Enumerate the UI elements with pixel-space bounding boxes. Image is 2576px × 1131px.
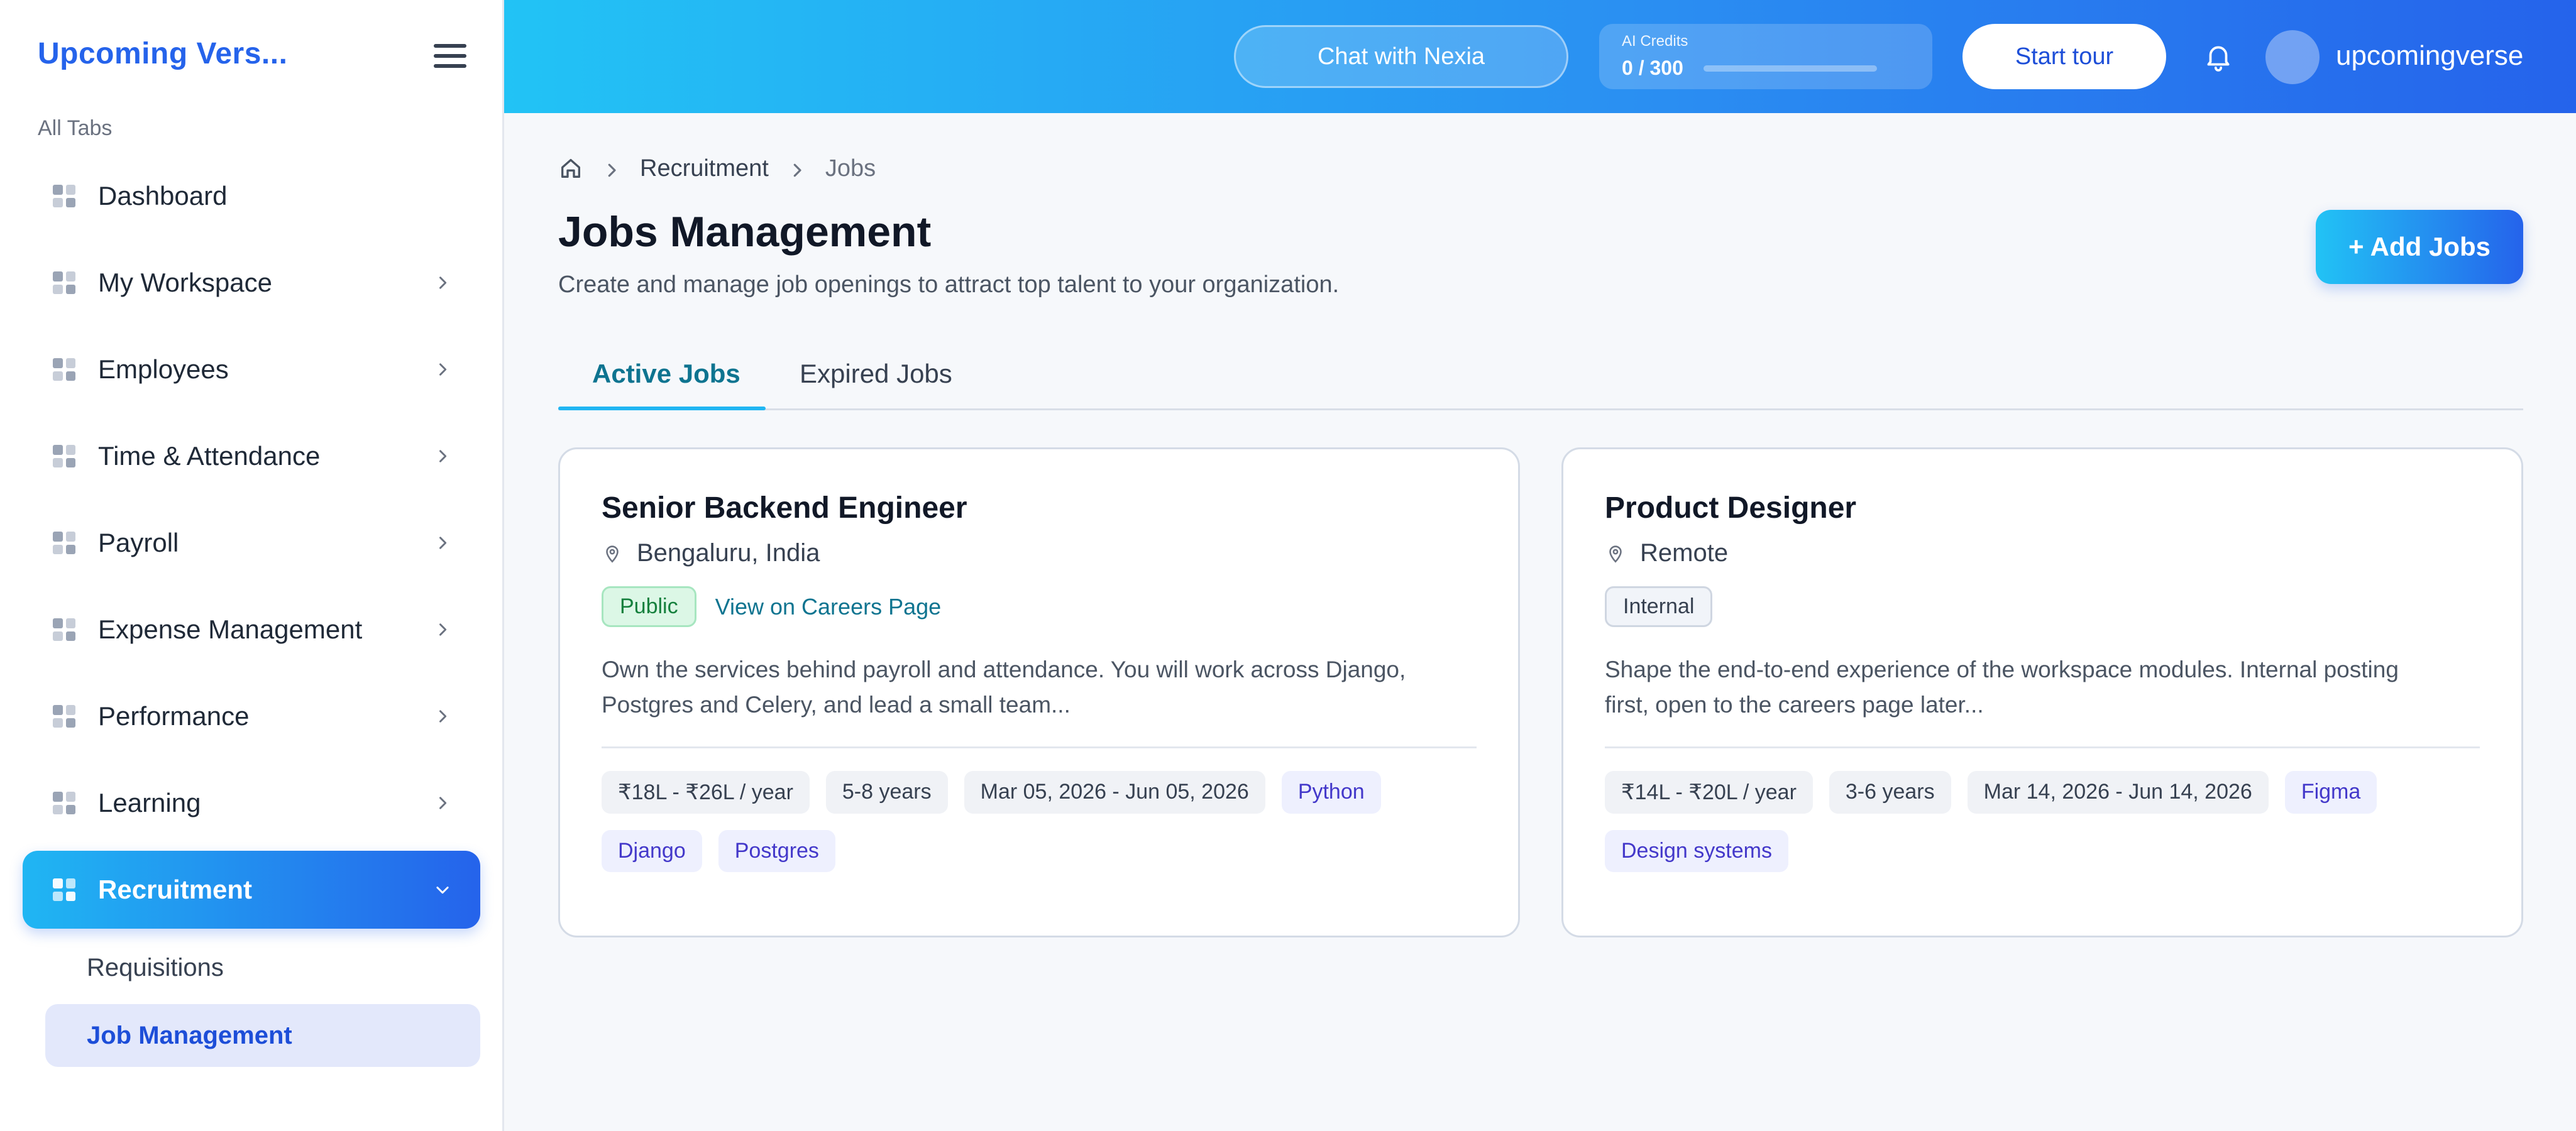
grid-icon — [53, 792, 75, 814]
job-description: Shape the end-to-end experience of the w… — [1605, 657, 2399, 718]
sidebar-item-payroll[interactable]: Payroll — [23, 504, 480, 582]
card-divider — [1605, 746, 2480, 748]
sidebar-item-expense-management[interactable]: Expense Management — [23, 591, 480, 669]
breadcrumb: Recruitment Jobs — [558, 151, 876, 186]
chevron-right-icon — [427, 354, 458, 385]
job-title[interactable]: Product Designer — [1605, 491, 2480, 525]
chevron-right-icon — [427, 701, 458, 731]
ai-credits-label: AI Credits — [1622, 33, 1688, 50]
job-meta-chips: ₹18L - ₹26L / year 5-8 years Mar 05, 202… — [602, 771, 1477, 872]
job-location: Bengaluru, India — [602, 539, 1477, 567]
chevron-right-icon — [602, 159, 621, 178]
ai-credits-progress-bar — [1704, 65, 1877, 72]
job-card[interactable]: Senior Backend Engineer Bengaluru, India… — [558, 447, 1520, 937]
sidebar-item-label: Time & Attendance — [98, 441, 321, 471]
visibility-badge: Public — [602, 586, 696, 627]
hamburger-menu-icon[interactable] — [434, 44, 466, 70]
brand-name[interactable]: Upcoming Vers... — [38, 36, 287, 71]
card-divider — [602, 746, 1477, 748]
sidebar-item-employees[interactable]: Employees — [23, 331, 480, 408]
job-location: Remote — [1605, 539, 2480, 567]
experience-chip: 5-8 years — [825, 771, 948, 814]
skill-tag: Design systems — [1605, 830, 1788, 872]
chevron-down-icon — [427, 875, 458, 905]
sidebar-item-performance[interactable]: Performance — [23, 677, 480, 755]
sidebar-item-label: Employees — [98, 354, 229, 384]
sidebar-item-label: Performance — [98, 701, 250, 731]
grid-icon — [53, 532, 75, 554]
grid-icon — [53, 878, 75, 901]
sidebar-item-label: Dashboard — [98, 181, 228, 210]
job-location-text: Remote — [1640, 539, 1729, 567]
grid-icon — [53, 445, 75, 467]
sidebar-item-label: Expense Management — [98, 615, 363, 644]
chevron-right-icon — [427, 788, 458, 818]
sidebar-subitem-requisitions[interactable]: Requisitions — [45, 936, 480, 999]
tab-bar: Active Jobs Expired Jobs — [558, 339, 2523, 410]
salary-chip: ₹18L - ₹26L / year — [602, 771, 810, 814]
username[interactable]: upcomingverse — [2336, 40, 2523, 72]
experience-chip: 3-6 years — [1829, 771, 1951, 814]
view-careers-page-link[interactable]: View on Careers Page — [715, 594, 942, 620]
map-pin-icon — [606, 545, 619, 563]
job-card[interactable]: Product Designer Remote Internal Shape t… — [1561, 447, 2523, 937]
chevron-right-icon — [427, 441, 458, 471]
skill-tag: Postgres — [718, 830, 835, 872]
skill-tag: Figma — [2284, 771, 2377, 814]
page-title: Jobs Management — [558, 208, 932, 256]
add-jobs-button[interactable]: + Add Jobs — [2316, 210, 2523, 284]
sidebar-item-label: My Workspace — [98, 268, 272, 297]
visibility-badge: Internal — [1605, 586, 1713, 627]
sidebar-item-my-workspace[interactable]: My Workspace — [23, 244, 480, 322]
active-tab-indicator — [558, 407, 766, 410]
breadcrumb-jobs: Jobs — [825, 155, 876, 182]
date-range-chip: Mar 14, 2026 - Jun 14, 2026 — [1967, 771, 2269, 814]
sidebar-item-label: Recruitment — [98, 875, 253, 904]
chevron-right-icon — [427, 268, 458, 298]
ai-credits-widget: AI Credits 0 / 300 — [1599, 24, 1932, 89]
sidebar-item-dashboard[interactable]: Dashboard — [23, 157, 480, 235]
grid-icon — [53, 705, 75, 728]
ai-credits-value: 0 / 300 — [1622, 57, 1683, 79]
home-icon[interactable] — [558, 156, 583, 181]
avatar[interactable] — [2265, 30, 2320, 84]
job-title[interactable]: Senior Backend Engineer — [602, 491, 1477, 525]
sidebar-item-label: Payroll — [98, 528, 179, 557]
top-bar: Chat with Nexia AI Credits 0 / 300 Start… — [504, 0, 2576, 113]
sidebar-item-label: Learning — [98, 788, 201, 817]
sidebar-item-recruitment[interactable]: Recruitment — [23, 851, 480, 929]
tab-active-jobs[interactable]: Active Jobs — [592, 339, 740, 408]
skill-tag: Python — [1281, 771, 1381, 814]
grid-icon — [53, 185, 75, 207]
sidebar-subitem-job-management[interactable]: Job Management — [45, 1004, 480, 1067]
sidebar: Upcoming Vers... All Tabs Dashboard My W… — [0, 0, 504, 1131]
chevron-right-icon — [788, 159, 806, 178]
job-description: Own the services behind payroll and atte… — [602, 657, 1406, 718]
skill-tag: Django — [602, 830, 702, 872]
chat-with-nexia-button[interactable]: Chat with Nexia — [1234, 25, 1568, 88]
date-range-chip: Mar 05, 2026 - Jun 05, 2026 — [964, 771, 1265, 814]
salary-chip: ₹14L - ₹20L / year — [1605, 771, 1813, 814]
breadcrumb-recruitment[interactable]: Recruitment — [640, 155, 769, 182]
bell-icon[interactable] — [2203, 40, 2234, 73]
sidebar-item-time-attendance[interactable]: Time & Attendance — [23, 417, 480, 495]
section-label: All Tabs — [38, 116, 113, 140]
grid-icon — [53, 271, 75, 294]
page-subtitle: Create and manage job openings to attrac… — [558, 271, 1340, 298]
grid-icon — [53, 618, 75, 641]
chevron-right-icon — [427, 615, 458, 645]
grid-icon — [53, 358, 75, 381]
sidebar-item-learning[interactable]: Learning — [23, 764, 480, 842]
start-tour-button[interactable]: Start tour — [1962, 24, 2166, 89]
tab-expired-jobs[interactable]: Expired Jobs — [800, 339, 952, 408]
chevron-right-icon — [427, 528, 458, 558]
job-location-text: Bengaluru, India — [637, 539, 820, 567]
job-meta-chips: ₹14L - ₹20L / year 3-6 years Mar 14, 202… — [1605, 771, 2480, 872]
map-pin-icon — [1609, 545, 1622, 563]
